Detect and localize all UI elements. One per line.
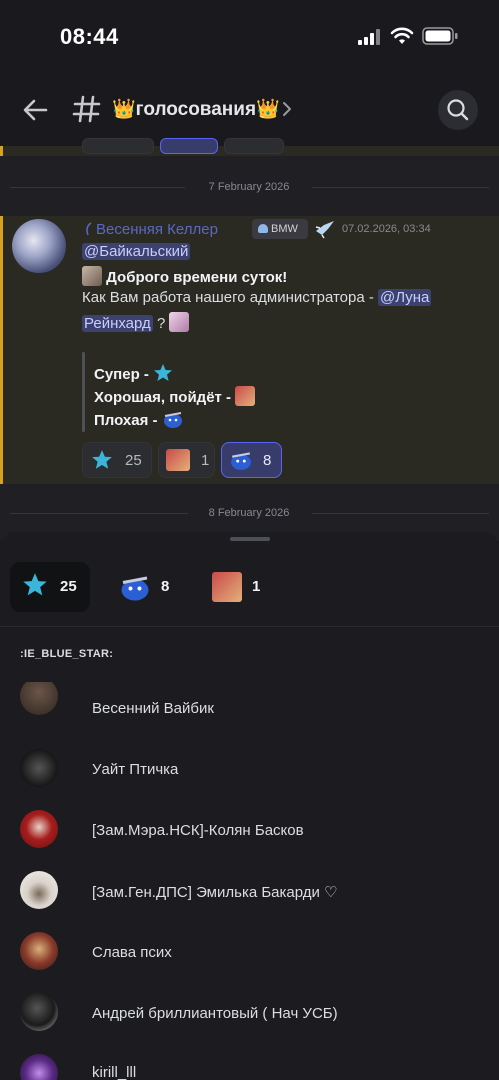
server-tag-badge[interactable]: BMW xyxy=(252,219,308,239)
heart-icon xyxy=(258,224,268,233)
blue-star-icon xyxy=(92,450,112,469)
list-item[interactable]: Слава псих xyxy=(0,932,499,982)
reaction-tab-blue-star[interactable]: 25 xyxy=(10,562,90,612)
avatar xyxy=(20,682,58,715)
cat-emoji-icon xyxy=(166,449,190,471)
blue-blob-icon xyxy=(121,576,149,601)
list-item[interactable]: [Зам.Мэра.НСК]-Колян Басков xyxy=(0,810,499,860)
bird-badge-icon xyxy=(315,221,334,239)
avatar xyxy=(20,810,58,848)
user-name: Весенний Вайбик xyxy=(92,700,214,717)
search-icon xyxy=(447,99,469,121)
date-divider-line xyxy=(10,187,185,188)
date-divider-line xyxy=(312,187,489,188)
anime-girl-emoji-icon xyxy=(169,312,190,332)
previous-reaction[interactable] xyxy=(160,138,218,154)
custom-emoji-icon xyxy=(82,266,102,286)
message-author[interactable]: Весенняя Келлер xyxy=(96,221,218,238)
avatar xyxy=(20,871,58,909)
avatar xyxy=(20,993,58,1031)
wifi-icon xyxy=(390,27,414,44)
channel-hash-icon xyxy=(72,95,101,123)
previous-reaction[interactable] xyxy=(82,138,154,154)
message-line-question-end: Рейнхард ? xyxy=(82,312,190,332)
date-divider-label: 8 February 2026 xyxy=(208,507,290,519)
search-button[interactable] xyxy=(438,90,478,130)
reaction-section-title: :IE_BLUE_STAR: xyxy=(20,648,114,660)
user-name: Уайт Птичка xyxy=(92,761,179,778)
reaction-cat[interactable]: 1 xyxy=(158,442,215,478)
poll-option: Хорошая, пойдёт - xyxy=(94,386,256,406)
greeting-text: Доброго времени суток! xyxy=(106,269,288,286)
poll-option: Плохая - xyxy=(94,409,184,433)
user-mention[interactable]: @Луна xyxy=(378,289,432,306)
reaction-count: 8 xyxy=(263,452,272,469)
date-divider-line xyxy=(312,513,489,514)
chevron-right-icon[interactable] xyxy=(280,100,294,118)
tab-count: 1 xyxy=(252,578,261,595)
user-name: [Зам.Мэра.НСК]-Колян Басков xyxy=(92,822,304,839)
reaction-blue-star[interactable]: 25 xyxy=(82,442,152,478)
cat-emoji-icon xyxy=(212,572,242,602)
user-name: [Зам.Ген.ДПС] Эмилька Бакарди ♡ xyxy=(92,884,338,901)
list-item[interactable]: Уайт Птичка xyxy=(0,749,499,799)
mention-highlight-bar xyxy=(0,216,3,484)
reaction-users-list[interactable]: Весенний Вайбик Уайт Птичка [Зам.Мэра.НС… xyxy=(0,682,499,1080)
date-divider-line xyxy=(10,513,188,514)
blue-star-icon xyxy=(23,573,47,596)
list-item[interactable]: kirill_lll xyxy=(0,1054,499,1080)
avatar xyxy=(20,1054,58,1080)
poll-option: Супер - xyxy=(94,363,173,387)
quote-bar xyxy=(82,352,85,432)
tab-count: 8 xyxy=(161,578,170,595)
back-arrow-icon[interactable] xyxy=(20,96,50,124)
sheet-divider xyxy=(0,626,499,627)
cat-emoji-icon xyxy=(235,386,256,406)
user-name: Андрей бриллиантовый ( Нач УСБ) xyxy=(92,1005,338,1022)
highlight-bar xyxy=(0,146,3,156)
question-text: Как Вам работа нашего администратора - xyxy=(82,289,374,306)
reaction-count: 25 xyxy=(125,452,142,469)
status-time: 08:44 xyxy=(60,24,119,49)
avatar[interactable] xyxy=(12,219,66,273)
cellular-signal-icon xyxy=(358,29,380,45)
user-name: kirill_lll xyxy=(92,1064,137,1080)
message-timestamp: 07.02.2026, 03:34 xyxy=(342,223,431,235)
reaction-blue-blob[interactable]: 8 xyxy=(221,442,282,478)
message-line-greeting: Доброго времени суток! xyxy=(82,266,287,286)
tab-count: 25 xyxy=(60,578,77,595)
reaction-tab-cat[interactable]: 1 xyxy=(204,562,274,612)
blue-star-icon xyxy=(153,363,173,387)
server-tag-label: BMW xyxy=(271,223,298,235)
message-line-question: Как Вам работа нашего администратора - @… xyxy=(82,289,432,306)
sheet-drag-handle[interactable] xyxy=(230,537,270,541)
battery-icon xyxy=(422,27,458,45)
avatar xyxy=(20,749,58,787)
question-mark: ? xyxy=(156,315,166,332)
blue-blob-icon xyxy=(231,452,251,470)
message-line-mention: @Байкальский xyxy=(82,243,191,260)
blue-blob-icon xyxy=(162,409,184,433)
user-name: Слава псих xyxy=(92,944,172,961)
previous-reaction[interactable] xyxy=(224,138,284,154)
user-mention[interactable]: @Байкальский xyxy=(82,243,191,260)
list-item[interactable]: Андрей бриллиантовый ( Нач УСБ) xyxy=(0,993,499,1043)
date-divider-label: 7 February 2026 xyxy=(208,181,290,193)
list-item[interactable]: [Зам.Ген.ДПС] Эмилька Бакарди ♡ xyxy=(0,871,499,921)
avatar xyxy=(20,932,58,970)
reaction-count: 1 xyxy=(201,452,210,469)
list-item[interactable]: Весенний Вайбик xyxy=(0,682,499,739)
reaction-tab-blue-blob[interactable]: 8 xyxy=(112,562,182,612)
channel-title[interactable]: 👑голосования👑 xyxy=(112,97,280,121)
reply-arrow-icon xyxy=(86,222,92,236)
user-mention[interactable]: Рейнхард xyxy=(82,315,153,332)
